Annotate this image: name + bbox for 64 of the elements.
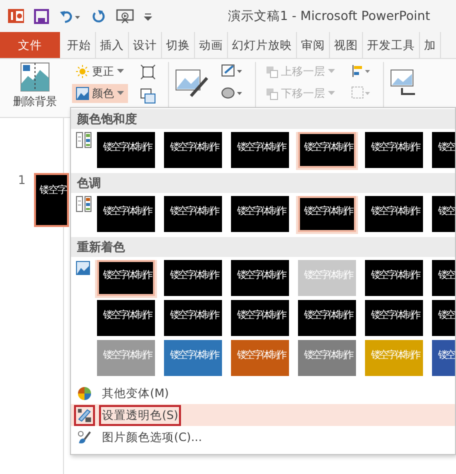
recolor-icon [76,261,90,275]
color-variant-thumbnail[interactable]: 镂空 [432,260,455,296]
redo-icon[interactable] [91,8,106,24]
menu-item[interactable]: 图片颜色选项(C)... [71,426,455,448]
layers-icon [266,66,278,78]
effects-icon[interactable] [221,86,243,100]
color-variant-thumbnail[interactable]: 镂空字体制作 [231,340,289,376]
caret-icon [328,69,335,74]
file-tab[interactable]: 文件 [0,32,60,58]
color-variant-thumbnail[interactable]: 镂空字体制作 [365,132,423,168]
color-variant-thumbnail[interactable]: 镂空字体制作 [97,132,155,168]
undo-icon[interactable] [59,8,81,24]
color-variant-thumbnail[interactable]: 镂空字体制作 [164,340,222,376]
border-icon[interactable] [221,64,243,78]
color-button[interactable]: 颜色 [72,84,128,103]
color-variant-thumbnail[interactable]: 镂空字体制作 [97,260,155,296]
color-variant-thumbnail[interactable]: 镂空字体制作 [365,196,423,232]
picture-background-icon [20,62,50,92]
color-variant-thumbnail[interactable]: 镂空 [432,340,455,376]
image-icon [76,87,89,100]
color-variant-thumbnail[interactable]: 镂空字体制作 [298,340,356,376]
corrections-button[interactable]: 更正 [72,62,128,81]
color-variant-thumbnail[interactable]: 镂空字体制作 [298,300,356,336]
color-variant-thumbnail[interactable]: 镂空字体制作 [231,300,289,336]
color-variant-thumbnail[interactable]: 镂空字体制作 [365,260,423,296]
color-variant-thumbnail[interactable]: 镂空字体制作 [298,132,356,168]
color-variant-thumbnail[interactable]: 镂空字体制作 [97,300,155,336]
color-variant-thumbnail[interactable]: 镂空字体制作 [164,196,222,232]
color-variant-thumbnail[interactable]: 镂空字体制作 [365,300,423,336]
menu-item[interactable]: 其他变体(M) [71,382,455,404]
section-header: 重新着色 [71,237,455,257]
pie-icon [77,386,92,400]
window-title: 演示文稿1 - Microsoft PowerPoint [228,8,430,24]
caret-icon [117,91,124,96]
brush-icon [77,430,92,444]
slideshow-icon[interactable] [116,8,134,24]
align-icon[interactable] [351,64,371,78]
layers-icon [266,88,278,100]
compress-icon[interactable] [140,64,156,80]
color-variant-thumbnail[interactable]: 镂空字体制作 [164,260,222,296]
customize-icon[interactable] [144,11,152,21]
color-variant-thumbnail[interactable]: 镂空字体制作 [97,196,155,232]
color-variant-thumbnail[interactable]: 镂空 [432,300,455,336]
color-variant-thumbnail[interactable]: 镂空字体制作 [298,196,356,232]
menu-item[interactable]: 设置透明色(S) [71,404,455,426]
color-variant-thumbnail[interactable]: 镂空字体制作 [231,260,289,296]
section-header: 色调 [71,173,455,193]
sun-icon [76,65,89,78]
change-picture-icon[interactable] [140,88,156,104]
slide-number: 1 [18,173,26,187]
color-variant-thumbnail[interactable]: 镂空字体制作 [231,196,289,232]
save-icon[interactable] [34,8,49,24]
color-variant-thumbnail[interactable]: 镂空 [432,132,455,168]
color-variant-thumbnail[interactable]: 镂空字体制作 [231,132,289,168]
remove-background-button[interactable]: 删除背景 [4,62,66,109]
saturation-icon [76,132,92,148]
tone-icon [76,196,92,212]
caret-icon [117,69,124,74]
slide-thumbnail[interactable]: 镂空字 [34,173,69,227]
section-header: 颜色饱和度 [71,109,455,129]
color-variant-thumbnail[interactable]: 镂空 [432,196,455,232]
color-variant-thumbnail[interactable]: 镂空字体制作 [164,132,222,168]
color-variant-thumbnail[interactable]: 镂空字体制作 [164,300,222,336]
caret-icon [328,91,335,96]
